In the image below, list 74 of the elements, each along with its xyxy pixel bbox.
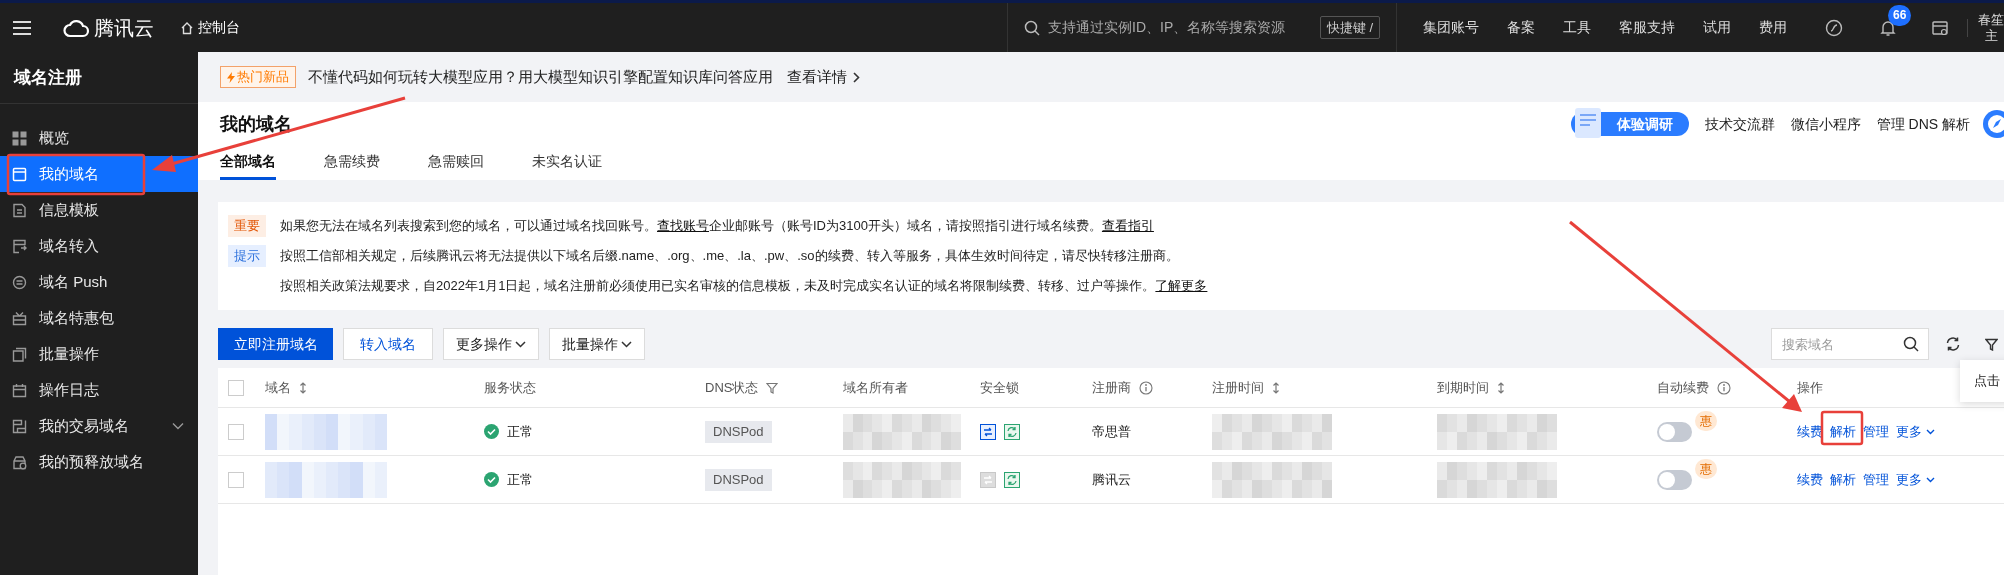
sidebar-item[interactable]: 操作日志 (0, 372, 198, 408)
sidebar-item[interactable]: 信息模板 (0, 192, 198, 228)
sidebar-item[interactable]: 概览 (0, 120, 198, 156)
action-link[interactable]: 管理 (1863, 469, 1889, 490)
discount-badge: 惠 (1695, 458, 1717, 479)
sidebar-item[interactable]: 我的域名 (0, 156, 198, 192)
column-header: 注册时间 (1212, 378, 1264, 397)
dropdown-button[interactable]: 更多操作 (443, 328, 539, 360)
sidebar-item[interactable]: 域名转入 (0, 228, 198, 264)
console-link[interactable]: 控制台 (180, 17, 240, 38)
banner-link[interactable]: 查看详情 (787, 65, 860, 89)
action-button[interactable]: 立即注册域名 (218, 328, 333, 360)
nav-link[interactable]: 集团账号 (1423, 17, 1479, 38)
header-link[interactable]: 微信小程序 (1790, 113, 1861, 135)
account-name[interactable]: 主 (1984, 27, 1998, 44)
tooltip-text: 点击 (1974, 372, 2000, 391)
registrar-text: 腾讯云 (1092, 470, 1131, 489)
header-link[interactable]: 管理 DNS 解析 (1876, 113, 1970, 135)
column-header: 域名所有者 (843, 378, 908, 397)
registrar-text: 帝思普 (1092, 422, 1131, 441)
nav-link[interactable]: 客服支持 (1619, 17, 1675, 38)
column-header: 域名 (265, 378, 291, 397)
tab[interactable]: 未实名认证 (532, 146, 602, 180)
tab[interactable]: 全部域名 (220, 146, 276, 180)
status-text: 正常 (507, 470, 533, 489)
column-header: 注册商 (1092, 378, 1131, 397)
sidebar-item[interactable]: 批量操作 (0, 336, 198, 372)
nav-link[interactable]: 费用 (1759, 17, 1787, 38)
discount-badge: 惠 (1695, 410, 1717, 431)
account-name[interactable]: 春笙 (1978, 11, 2004, 28)
sidebar-item[interactable]: 我的交易域名 (0, 408, 198, 444)
notice-text: 按照工信部相关规定，后续腾讯云将无法提供以下域名后缀.name、.org、.me、.la、.pw、.so的续费、转入等服务，具体生效时间待定，请尽快转移注册商。 (280, 247, 1179, 266)
sidebar-item[interactable]: 域名特惠包 (0, 300, 198, 336)
column-header: 服务状态 (484, 378, 536, 397)
column-header: 安全锁 (980, 378, 1019, 397)
page-title: 我的域名 (220, 112, 292, 136)
dropdown-button[interactable]: 批量操作 (549, 328, 645, 360)
notice-link[interactable]: 查看指引 (1101, 216, 1154, 236)
notice-tag: 重要 (228, 215, 266, 237)
action-button[interactable]: 转入域名 (343, 328, 433, 360)
dns-tag: DNSPod (705, 420, 772, 443)
global-search-field[interactable]: 支持通过实例ID、IP、名称等搜索资源 (1048, 17, 1312, 38)
action-link[interactable]: 管理 (1863, 421, 1889, 442)
action-link[interactable]: 续费 (1797, 469, 1823, 490)
notice-tag: 提示 (228, 245, 266, 267)
brand-name: 腾讯云 (94, 15, 154, 41)
column-header: 操作 (1797, 378, 1823, 397)
action-link[interactable]: 解析 (1830, 421, 1856, 442)
hot-product-tag: 热门新品 (220, 66, 296, 88)
sidebar-item[interactable]: 我的预释放域名 (0, 444, 198, 480)
header-link[interactable]: 技术交流群 (1704, 113, 1775, 135)
dns-tag: DNSPod (705, 468, 772, 491)
column-header: DNS状态 (705, 378, 759, 397)
sidebar-item[interactable]: 域名 Push (0, 264, 198, 300)
notice-text: 按照相关政策法规要求，自2022年1月1日起，域名注册前必须使用已实名审核的信息模板，未及时完成实名认证的域名将限制续费、转移、过户等操作。 (280, 277, 1156, 296)
notice-link[interactable]: 了解更多 (1155, 276, 1208, 296)
nav-link[interactable]: 试用 (1703, 17, 1731, 38)
status-text: 正常 (507, 422, 533, 441)
notification-count-badge: 66 (1888, 4, 1912, 26)
tab[interactable]: 急需赎回 (428, 146, 484, 180)
column-header: 自动续费 (1657, 378, 1709, 397)
action-link[interactable]: 更多 (1896, 421, 1935, 442)
action-link[interactable]: 解析 (1830, 469, 1856, 490)
nav-link[interactable]: 工具 (1563, 17, 1591, 38)
banner-text: 不懂代码如何玩转大模型应用？用大模型知识引擎配置知识库问答应用 (308, 66, 773, 87)
nav-link[interactable]: 备案 (1507, 17, 1535, 38)
notice-link[interactable]: 查找账号 (657, 216, 709, 236)
shortcut-key-badge: 快捷键 / (1319, 15, 1380, 40)
tab[interactable]: 急需续费 (324, 146, 380, 180)
action-link[interactable]: 更多 (1896, 469, 1935, 490)
notice-text: 企业邮账号（账号ID为3100开头）域名，请按照指引进行域名续费。 (709, 217, 1102, 236)
column-header: 到期时间 (1437, 378, 1489, 397)
domain-search-field[interactable]: 搜索域名 (1771, 328, 1929, 360)
notice-text: 如果您无法在域名列表搜索到您的域名，可以通过域名找回账号。 (280, 217, 657, 236)
